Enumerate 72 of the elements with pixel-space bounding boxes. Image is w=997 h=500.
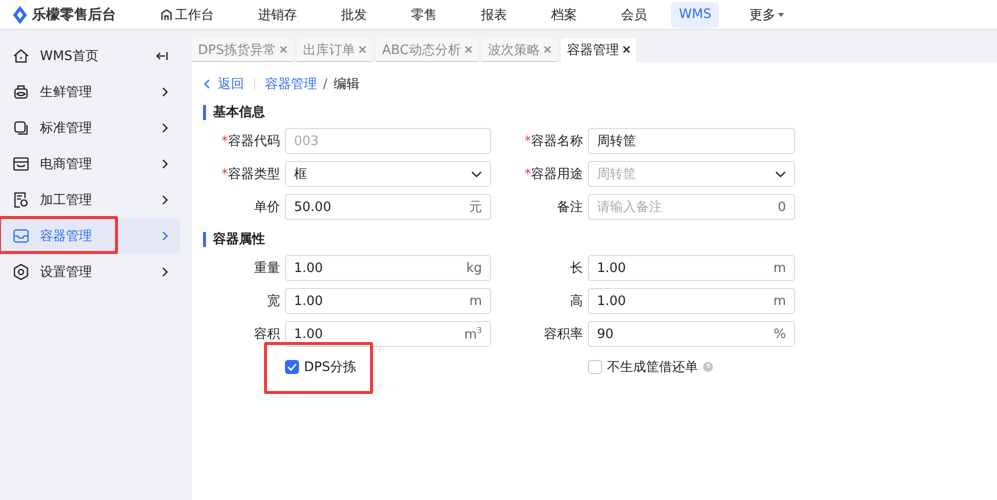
chevron-down-icon: [775, 170, 786, 178]
section-title: 容器属性: [203, 232, 997, 247]
logo-icon: [13, 6, 27, 24]
chevron-right-icon: [162, 123, 168, 133]
chevron-right-icon: [162, 87, 168, 97]
nav-item[interactable]: 档案: [537, 2, 591, 28]
checkbox[interactable]: [588, 360, 602, 374]
sidebar-item[interactable]: 生鲜管理: [0, 74, 180, 110]
input-field[interactable]: 周转筐: [588, 128, 795, 154]
field-label: *容器类型: [220, 166, 280, 184]
back-link[interactable]: 返回: [204, 75, 244, 93]
nav-item[interactable]: 进销存: [244, 2, 311, 28]
input-field[interactable]: 90 %: [588, 321, 795, 347]
field-label: 备注: [556, 199, 583, 217]
field-label: *容器名称: [524, 132, 583, 151]
home-icon: [12, 47, 30, 65]
sidebar-item[interactable]: 设置管理: [0, 254, 180, 290]
input-field[interactable]: 1.00 m: [588, 288, 795, 314]
field-label: 宽: [266, 293, 280, 311]
checkbox-label: 不生成筐借还单: [607, 359, 698, 376]
square-icon: [12, 119, 30, 137]
breadcrumb-current: 编辑: [333, 76, 360, 93]
nav-item[interactable]: 工作台: [147, 2, 228, 28]
tab[interactable]: 容器管理: [560, 38, 636, 62]
field-label: 单价: [253, 199, 280, 217]
chevron-right-icon: [162, 267, 168, 277]
nav-item[interactable]: 零售: [397, 2, 451, 28]
field-label: 容积: [253, 326, 280, 344]
chevron-right-icon: [162, 231, 168, 241]
basket-icon: [12, 83, 30, 101]
checkbox[interactable]: [285, 360, 299, 374]
sidebar-item[interactable]: 容器管理: [0, 218, 180, 254]
app-name: 乐檬零售后台: [32, 6, 116, 24]
input-field[interactable]: 1.00 m: [285, 288, 491, 314]
sidebar-item[interactable]: 加工管理: [0, 182, 180, 218]
field-label: 重量: [253, 260, 280, 278]
chevron-right-icon: [162, 195, 168, 205]
nav-item[interactable]: 报表: [467, 2, 521, 28]
section-title: 基本信息: [203, 105, 997, 120]
nav-item[interactable]: WMS: [671, 2, 720, 28]
tray-icon: [12, 227, 30, 245]
sidebar-item[interactable]: 电商管理: [0, 146, 180, 182]
chevron-right-icon: [162, 159, 168, 169]
caret-icon: [778, 12, 784, 16]
field-label: 高: [569, 293, 583, 311]
select-field[interactable]: 框: [285, 161, 491, 187]
input-field[interactable]: 请输入备注 0: [588, 194, 795, 220]
chevron-down-icon: [471, 170, 482, 178]
sidebar-item[interactable]: WMS首页: [0, 38, 180, 74]
sidebar-item[interactable]: 标准管理: [0, 110, 180, 146]
collapse-icon: [156, 51, 168, 61]
input-field[interactable]: 1.00 m$^{3}$: [285, 321, 491, 347]
field-label: 容积率: [543, 326, 583, 344]
nav-item[interactable]: 更多: [735, 2, 798, 28]
field-label: *容器用途: [524, 166, 583, 184]
settings-icon: [12, 263, 30, 281]
box-icon: [12, 155, 30, 173]
breadcrumb-separator: /: [323, 76, 328, 92]
document-icon: [12, 191, 30, 209]
input-field[interactable]: 1.00 kg: [285, 255, 491, 281]
input-field[interactable]: 50.00 元: [285, 194, 491, 220]
checkbox-label: DPS分拣: [304, 359, 356, 376]
home-icon: [161, 9, 172, 20]
nav-item[interactable]: 批发: [327, 2, 381, 28]
close-icon[interactable]: [622, 46, 630, 53]
nav-item[interactable]: 会员: [607, 2, 661, 28]
field-label: 长: [569, 260, 583, 278]
chevron-left-icon: [204, 79, 210, 89]
input-field[interactable]: 1.00 m: [588, 255, 795, 281]
breadcrumb-link[interactable]: 容器管理: [265, 75, 317, 93]
help-icon[interactable]: [703, 362, 713, 372]
field-label: *容器代码: [220, 132, 280, 151]
